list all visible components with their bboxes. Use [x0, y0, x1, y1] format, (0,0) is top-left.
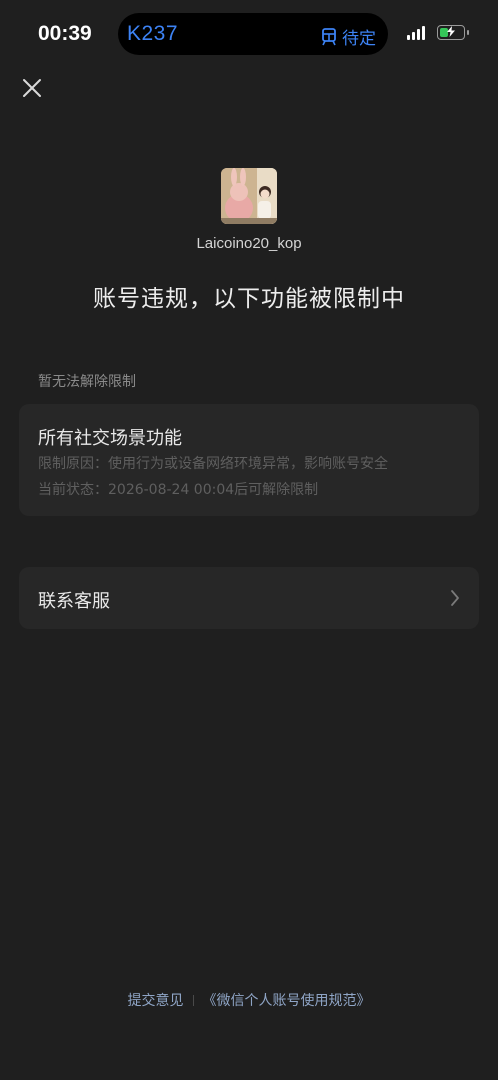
contact-support-button[interactable]: 联系客服: [19, 567, 479, 629]
restriction-status: 当前状态：2026-08-24 00:04后可解除限制: [38, 482, 319, 498]
train-status: 待定: [321, 24, 376, 49]
avatar: [221, 168, 277, 224]
train-icon: [322, 27, 336, 45]
signal-icon: [407, 25, 425, 40]
train-number: K237: [127, 22, 179, 45]
section-label: 暂无法解除限制: [38, 374, 136, 390]
chevron-right-icon: [451, 590, 459, 606]
restriction-reason: 限制原因：使用行为或设备网络环境异常，影响账号安全: [38, 456, 388, 472]
restriction-card: 所有社交场景功能 限制原因：使用行为或设备网络环境异常，影响账号安全 当前状态：…: [19, 404, 479, 516]
footer: 提交意见 《微信个人账号使用规范》: [0, 990, 498, 1010]
restriction-screen: 00:39 K237 待定 Laicoino20_kop 账号违规，以下功能被限…: [0, 0, 498, 1080]
feedback-link[interactable]: 提交意见: [128, 990, 184, 1010]
close-button[interactable]: [20, 76, 44, 100]
avatar-image: [221, 168, 277, 224]
battery-icon: [437, 25, 469, 40]
train-status-label: 待定: [342, 29, 376, 49]
contact-support-label: 联系客服: [38, 591, 110, 612]
charging-bolt-icon: [447, 26, 455, 37]
system-icons: [407, 25, 469, 40]
page-title: 账号违规，以下功能被限制中: [93, 286, 405, 312]
username: Laicoino20_kop: [196, 235, 302, 252]
dynamic-island[interactable]: K237 待定: [118, 13, 388, 55]
close-icon: [23, 79, 41, 97]
status-time: 00:39: [38, 22, 92, 45]
policy-link[interactable]: 《微信个人账号使用规范》: [203, 990, 371, 1010]
footer-divider: [192, 994, 194, 1006]
restriction-title: 所有社交场景功能: [38, 428, 182, 449]
